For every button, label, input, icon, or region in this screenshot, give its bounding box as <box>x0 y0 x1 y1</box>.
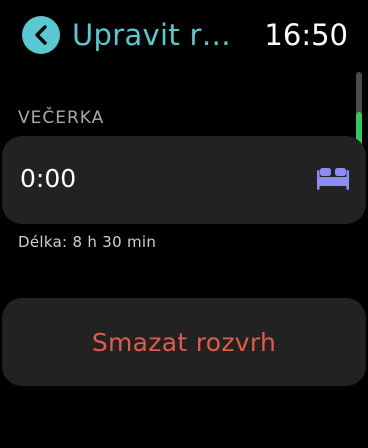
delete-schedule-label: Smazat rozvrh <box>91 327 277 357</box>
edit-schedule-screen: Upravit r… 16:50 VEČERKA 0:00 Délka: 8 h… <box>0 0 368 448</box>
bed-icon <box>316 167 350 195</box>
status-time: 16:50 <box>264 18 348 52</box>
delete-schedule-button[interactable]: Smazat rozvrh <box>2 298 366 386</box>
chevron-left-icon <box>33 24 49 46</box>
bedtime-value: 0:00 <box>20 164 77 193</box>
header: Upravit r… 16:50 <box>22 14 348 56</box>
section-label: VEČERKA <box>18 108 105 128</box>
bedtime-button[interactable]: 0:00 <box>2 136 366 224</box>
back-button[interactable] <box>22 16 60 54</box>
page-title: Upravit r… <box>72 18 232 52</box>
sleep-duration-label: Délka: 8 h 30 min <box>18 233 157 251</box>
